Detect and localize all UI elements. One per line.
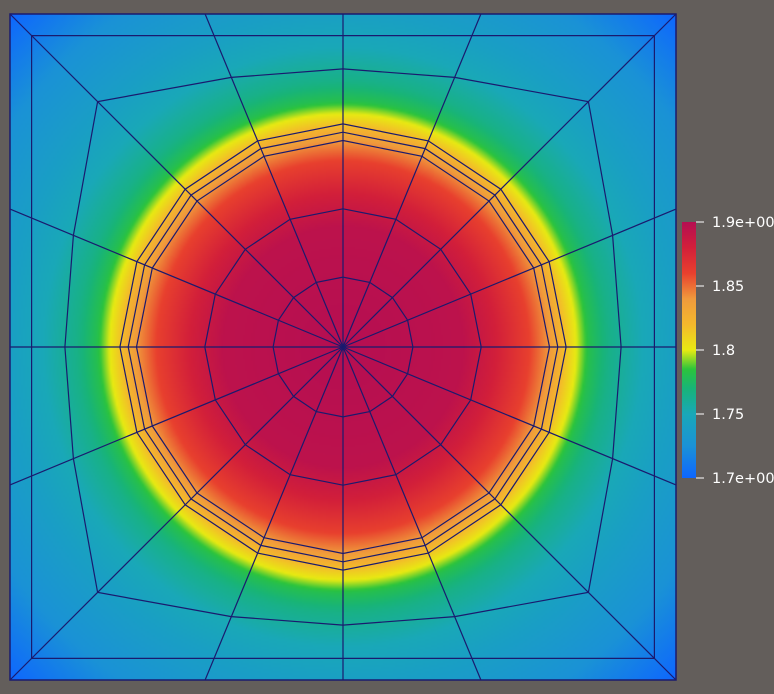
legend-tick-label: 1.9e+00 <box>712 215 774 231</box>
color-legend: 1.9e+00 1.85 1.8 1.75 1.7e+00 <box>682 215 774 487</box>
color-bar <box>682 222 696 478</box>
mesh-plot <box>9 13 677 681</box>
legend-tick-label: 1.8 <box>712 343 735 359</box>
legend-tick-label: 1.75 <box>712 407 744 423</box>
legend-ticks: 1.9e+00 1.85 1.8 1.75 1.7e+00 <box>696 215 774 487</box>
legend-tick-label: 1.85 <box>712 279 744 295</box>
mesh-viewport[interactable]: 1.9e+00 1.85 1.8 1.75 1.7e+00 <box>0 0 774 694</box>
legend-tick-label: 1.7e+00 <box>712 471 774 487</box>
mesh-lines <box>9 13 677 681</box>
